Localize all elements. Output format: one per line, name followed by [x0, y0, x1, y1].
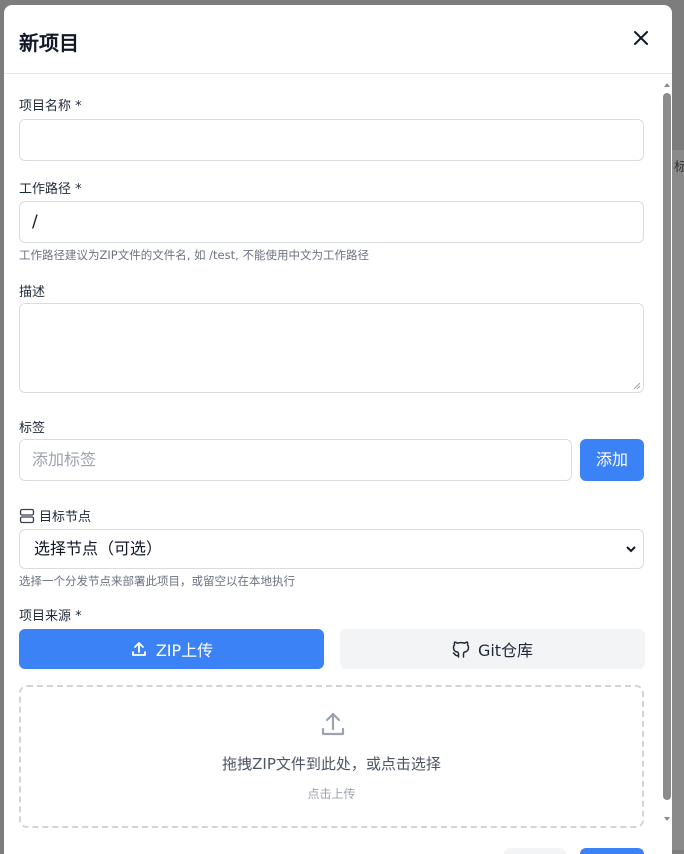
- project-name-label: 项目名称 *: [19, 99, 82, 114]
- modal-header: 新项目: [4, 5, 672, 74]
- scroll-down-arrow-icon[interactable]: [663, 815, 671, 823]
- git-repo-tab-label: Git仓库: [477, 641, 534, 660]
- zip-upload-tab-label: ZIP上传: [155, 641, 214, 660]
- new-project-modal: 新项目 项目名称 * 工作路径 * / 工作路径建议为ZIP文件的文件名, 如 …: [4, 5, 672, 854]
- work-path-hint: 工作路径建议为ZIP文件的文件名, 如 /test, 不能使用中文为工作路径: [19, 248, 369, 262]
- scroll-up-arrow-icon[interactable]: [663, 81, 671, 89]
- target-node-hint: 选择一个分发节点来部署此项目，或留空以在本地执行: [19, 574, 295, 588]
- target-node-label-text: 目标节点: [39, 510, 92, 525]
- upload-icon: [131, 642, 146, 656]
- work-path-label: 工作路径 *: [19, 182, 82, 197]
- description-textarea[interactable]: [19, 303, 644, 393]
- tags-label: 标签: [19, 421, 46, 436]
- git-repo-tab[interactable]: Git仓库: [340, 629, 645, 669]
- work-path-input[interactable]: /: [19, 201, 644, 243]
- chevron-down-icon: [626, 546, 636, 553]
- background-text: 标: [674, 160, 684, 175]
- zip-dropzone[interactable]: 拖拽ZIP文件到此处，或点击选择 点击上传: [19, 685, 644, 828]
- resize-grip-icon[interactable]: [633, 382, 641, 390]
- background-table-edge: 标: [672, 150, 684, 850]
- project-source-label: 项目来源 *: [19, 609, 82, 624]
- server-icon: [19, 508, 35, 523]
- add-tag-button[interactable]: 添加: [580, 439, 644, 481]
- dropzone-subtext: 点击上传: [307, 787, 356, 801]
- github-icon: [452, 641, 470, 658]
- dropzone-text: 拖拽ZIP文件到此处，或点击选择: [222, 755, 441, 773]
- zip-upload-tab[interactable]: ZIP上传: [19, 629, 324, 669]
- close-button[interactable]: [630, 27, 652, 49]
- cancel-button[interactable]: [504, 848, 566, 854]
- close-icon: [634, 31, 648, 45]
- project-name-input[interactable]: [19, 119, 644, 161]
- upload-icon: [321, 712, 345, 736]
- modal-body: 项目名称 * 工作路径 * / 工作路径建议为ZIP文件的文件名, 如 /tes…: [4, 75, 672, 854]
- target-node-select[interactable]: 选择节点（可选）: [19, 529, 644, 569]
- target-node-selected: 选择节点（可选）: [34, 539, 163, 558]
- description-label: 描述: [19, 285, 46, 300]
- tag-input[interactable]: 添加标签: [19, 439, 572, 481]
- modal-title: 新项目: [19, 31, 79, 55]
- create-button[interactable]: [580, 848, 644, 854]
- scrollbar-thumb[interactable]: [663, 93, 671, 800]
- target-node-label: 目标节点: [19, 506, 91, 525]
